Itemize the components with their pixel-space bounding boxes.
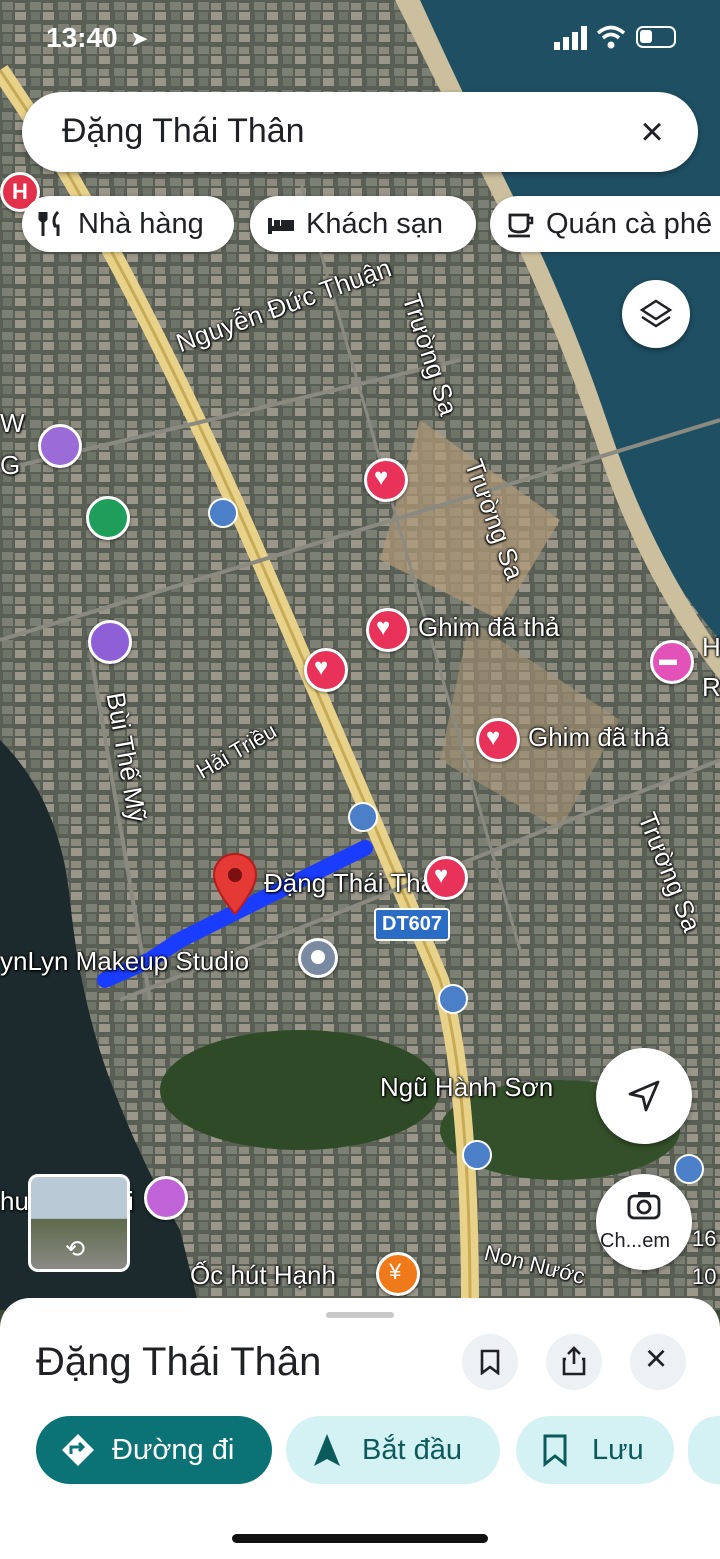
place-dot-icon[interactable]	[298, 938, 338, 978]
layers-button[interactable]	[622, 280, 690, 348]
place-label-partial: H	[702, 632, 720, 662]
camera-search-button[interactable]: Ch...em	[596, 1174, 692, 1270]
save-button[interactable]: Lưu	[516, 1416, 674, 1484]
place-label-ngu-hanh-son: Ngũ Hành Sơn	[380, 1072, 554, 1102]
saved-place-heart-icon[interactable]: ♥	[366, 608, 410, 652]
chip-hotels[interactable]: Khách sạn	[250, 196, 476, 252]
search-bar[interactable]: Đặng Thái Thân ×	[22, 92, 698, 172]
bus-stop-icon[interactable]	[438, 984, 468, 1014]
street-view-thumbnail[interactable]: ⟲	[28, 1174, 130, 1272]
clock: 13:40	[46, 22, 118, 53]
place-label-oc-hut-hanh: Ốc hút Hạnh	[190, 1260, 336, 1290]
location-arrow-icon: ➤	[130, 26, 149, 51]
camera-icon[interactable]	[144, 1176, 188, 1220]
bed-icon	[268, 218, 294, 234]
hotel-icon[interactable]: ▬	[650, 640, 694, 684]
lens-camera-icon	[627, 1192, 661, 1220]
place-label-partial: G	[0, 450, 21, 480]
close-icon: ×	[645, 1338, 668, 1380]
start-navigation-button[interactable]: Bắt đầu	[286, 1416, 500, 1484]
share-icon	[562, 1346, 586, 1376]
share-button[interactable]	[546, 1334, 602, 1390]
saved-place-heart-icon[interactable]: ♥	[424, 856, 468, 900]
bus-stop-icon[interactable]	[462, 1140, 492, 1170]
place-bottom-sheet[interactable]: Đặng Thái Thân × Đường đi Bắt đầu Lưu	[0, 1298, 720, 1559]
bus-stop-icon[interactable]	[208, 498, 238, 528]
wifi-icon	[596, 25, 626, 49]
attraction-icon[interactable]	[38, 424, 82, 468]
home-indicator	[232, 1534, 488, 1543]
close-sheet-button[interactable]: ×	[630, 1334, 686, 1390]
close-icon: ×	[640, 110, 664, 154]
restaurant-icon[interactable]: ¥	[376, 1252, 420, 1296]
directions-icon	[62, 1434, 94, 1466]
street-view-360-icon: ⟲	[65, 1236, 86, 1263]
place-label-partial: 10	[692, 1264, 717, 1289]
place-label-partial: 16	[692, 1226, 717, 1251]
cellular-signal-icon	[554, 26, 587, 50]
place-label-partial: R	[702, 672, 720, 702]
navigation-arrow-icon	[628, 1080, 660, 1112]
saved-place-heart-icon[interactable]: ♥	[364, 458, 408, 502]
navigation-icon	[314, 1434, 340, 1466]
directions-button[interactable]: Đường đi	[36, 1416, 272, 1484]
saved-place-heart-icon[interactable]: ♥	[476, 718, 520, 762]
dropped-pin-label: Ghim đã thả	[418, 612, 560, 642]
chip-cafes[interactable]: Quán cà phê	[490, 196, 720, 252]
selected-location-pin-icon[interactable]	[210, 852, 260, 916]
park-icon[interactable]	[86, 496, 130, 540]
clear-search-button[interactable]: ×	[630, 110, 674, 154]
battery-icon	[636, 26, 676, 48]
chip-restaurants[interactable]: Nhà hàng	[22, 196, 234, 252]
place-label-dang-thai-than: Đặng Thái Thân	[264, 868, 450, 898]
bookmark-button[interactable]	[462, 1334, 518, 1390]
status-bar: 13:40 ➤	[0, 22, 720, 62]
bus-stop-icon[interactable]	[674, 1154, 704, 1184]
coffee-cup-icon	[508, 213, 534, 238]
search-query[interactable]: Đặng Thái Thân	[62, 112, 305, 151]
castle-icon[interactable]	[88, 620, 132, 664]
route-shield: DT607	[374, 908, 451, 941]
place-label-partial: W	[0, 408, 25, 438]
drag-handle[interactable]	[326, 1312, 394, 1318]
bookmark-icon	[543, 1434, 567, 1467]
saved-place-heart-icon[interactable]: ♥	[304, 648, 348, 692]
my-location-button[interactable]	[596, 1048, 692, 1144]
bookmark-icon	[480, 1349, 500, 1375]
place-title: Đặng Thái Thân	[36, 1340, 322, 1384]
fork-knife-icon	[38, 210, 60, 236]
layers-icon	[639, 299, 673, 328]
place-label-makeup-studio: ynLyn Makeup Studio	[0, 946, 250, 976]
bus-stop-icon[interactable]	[348, 802, 378, 832]
dropped-pin-label: Ghim đã thả	[528, 722, 670, 752]
more-actions-button[interactable]	[688, 1416, 720, 1484]
camera-search-label: Ch...em	[600, 1230, 671, 1252]
